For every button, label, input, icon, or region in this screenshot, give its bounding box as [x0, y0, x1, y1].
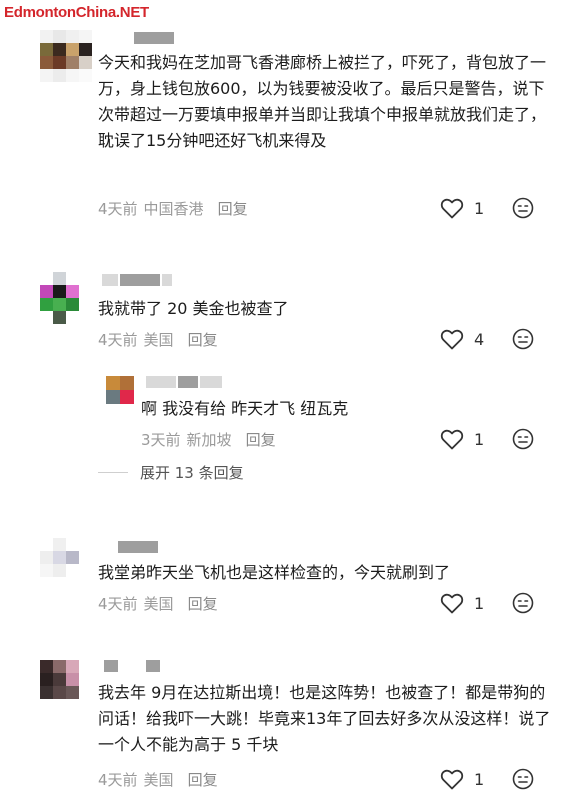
reply-location: 新加坡 [186, 431, 232, 449]
avatar[interactable] [106, 376, 134, 404]
heart-outline-icon [440, 593, 464, 614]
heart-outline-icon [440, 329, 464, 350]
like-count: 1 [474, 769, 485, 789]
site-watermark: EdmontonChina.NET [4, 4, 149, 21]
comment-location: 中国香港 [143, 200, 204, 218]
username-redacted[interactable] [118, 541, 158, 553]
username-redacted[interactable] [102, 274, 172, 286]
comment-location: 美国 [143, 595, 174, 613]
like-count: 1 [474, 429, 485, 449]
neutral-face-icon[interactable] [512, 328, 534, 350]
reply-button[interactable]: 回复 [218, 198, 248, 219]
like-button[interactable]: 1 [440, 197, 484, 219]
comment-location: 美国 [143, 771, 174, 789]
neutral-face-icon[interactable] [512, 428, 534, 450]
heart-outline-icon [440, 198, 464, 219]
like-button[interactable]: 1 [440, 592, 484, 614]
neutral-face-icon[interactable] [512, 197, 534, 219]
reply-text: 啊 我没有给 昨天才飞 纽瓦克 [141, 399, 349, 418]
username-redacted[interactable] [146, 376, 222, 388]
like-count: 1 [474, 198, 485, 218]
like-button[interactable]: 4 [440, 328, 484, 350]
reply-meta: 3天前 新加坡 回复 [141, 429, 276, 450]
comment-meta: 4天前 美国 回复 [98, 769, 218, 790]
reply-time: 3天前 [141, 431, 181, 449]
reply-button[interactable]: 回复 [246, 429, 276, 450]
comment-text: 我就带了 20 美金也被查了 [98, 299, 289, 318]
divider [98, 472, 128, 473]
comment-meta: 4天前 中国香港 回复 [98, 198, 248, 219]
username-redacted[interactable] [134, 32, 174, 44]
avatar[interactable] [40, 660, 92, 712]
avatar[interactable] [40, 30, 92, 82]
comment-meta: 4天前 美国 回复 [98, 593, 218, 614]
heart-outline-icon [440, 429, 464, 450]
comment-time: 4天前 [98, 771, 138, 789]
expand-replies-label: 展开 13 条回复 [140, 464, 244, 482]
username-redacted[interactable] [104, 660, 160, 672]
comment-text: 今天和我妈在芝加哥飞香港廊桥上被拦了，吓死了，背包放了一万，身上钱包放600，以… [98, 53, 547, 150]
avatar[interactable] [40, 272, 92, 324]
expand-replies-button[interactable]: 展开 13 条回复 [98, 462, 244, 483]
comment-text: 我堂弟昨天坐飞机也是这样检查的，今天就刷到了 [98, 563, 451, 582]
neutral-face-icon[interactable] [512, 592, 534, 614]
like-count: 4 [474, 329, 485, 349]
neutral-face-icon[interactable] [512, 768, 534, 790]
comment-time: 4天前 [98, 331, 138, 349]
like-button[interactable]: 1 [440, 768, 484, 790]
reply-button[interactable]: 回复 [188, 769, 218, 790]
comment-text: 我去年 9月在达拉斯出境！也是这阵势！也被查了！都是带狗的问话！给我吓一大跳！毕… [98, 683, 551, 754]
heart-outline-icon [440, 769, 464, 790]
like-button[interactable]: 1 [440, 428, 484, 450]
comment-time: 4天前 [98, 595, 138, 613]
comment-location: 美国 [143, 331, 174, 349]
reply-button[interactable]: 回复 [188, 593, 218, 614]
reply-button[interactable]: 回复 [188, 329, 218, 350]
avatar[interactable] [40, 538, 92, 590]
comment-time: 4天前 [98, 200, 138, 218]
comment-meta: 4天前 美国 回复 [98, 329, 218, 350]
like-count: 1 [474, 593, 485, 613]
